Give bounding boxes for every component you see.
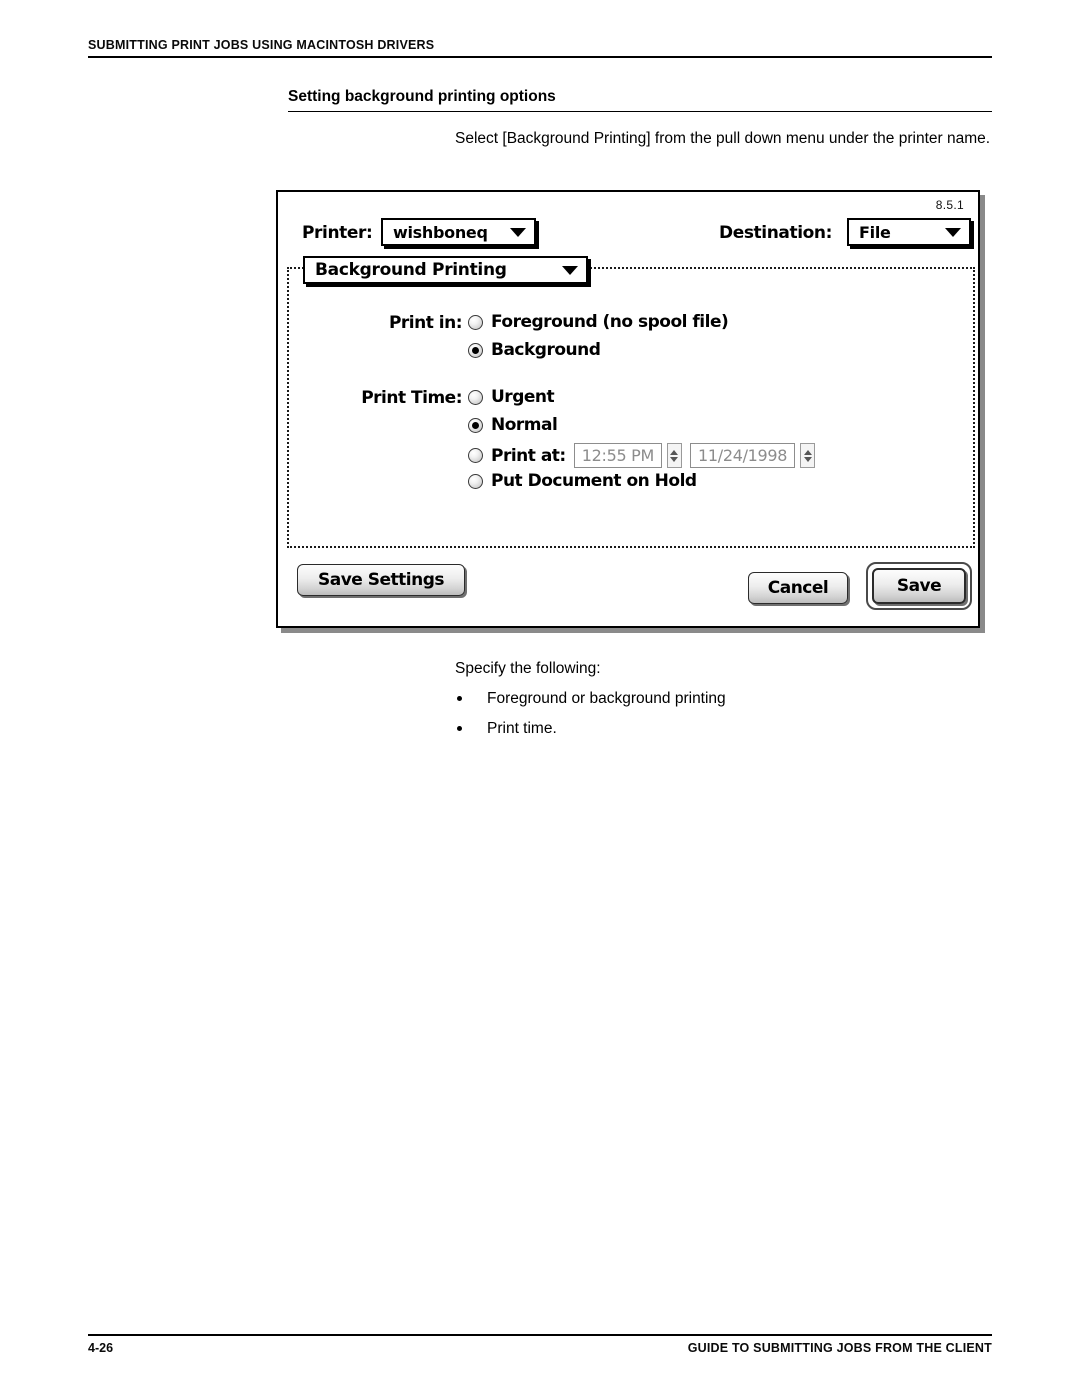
intro-paragraph: Select [Background Printing] from the pu… (455, 130, 991, 147)
stepper-down-icon (670, 456, 679, 462)
printer-label: Printer: (302, 223, 373, 243)
print-at-time-input[interactable]: 12:55 PM (573, 443, 662, 468)
stepper-down-icon (803, 456, 812, 462)
chevron-down-icon (562, 265, 578, 275)
list-item: Print time. (455, 718, 995, 740)
footer-page-number: 4-26 (88, 1341, 114, 1355)
radio-selected-icon (468, 342, 483, 358)
stepper-up-icon (670, 449, 679, 455)
specify-lead-text: Specify the following: (455, 660, 601, 677)
time-stepper[interactable] (666, 443, 682, 468)
post-dialog-text: Specify the following: Foreground or bac… (455, 658, 995, 748)
radio-print-in-background[interactable]: Background (468, 340, 601, 360)
page-footer: 4-26 GUIDE TO SUBMITTING JOBS FROM THE C… (88, 1334, 992, 1355)
stepper-up-icon (803, 449, 812, 455)
print-at-time-field-group[interactable]: 12:55 PM (573, 443, 682, 468)
print-at-date-input[interactable]: 11/24/1998 (689, 443, 796, 468)
radio-label: Print at: (491, 445, 566, 466)
radio-print-time-print-at[interactable]: Print at: 12:55 PM 11/24/1998 (468, 443, 816, 468)
specify-bullet-list: Foreground or background printing Print … (455, 688, 995, 740)
section-heading-rule (288, 111, 992, 112)
destination-popup-menu[interactable]: File (847, 218, 971, 246)
radio-label: Normal (491, 415, 558, 435)
radio-label: Background (491, 340, 601, 360)
list-item: Foreground or background printing (455, 688, 995, 710)
destination-label: Destination: (719, 223, 833, 243)
radio-print-time-hold[interactable]: Put Document on Hold (468, 471, 697, 491)
print-in-label: Print in: (388, 313, 463, 333)
section-heading: Setting background printing options (288, 88, 992, 112)
cancel-button-label: Cancel (767, 578, 829, 598)
radio-selected-icon (468, 417, 483, 433)
running-head: SUBMITTING PRINT JOBS USING MACINTOSH DR… (88, 38, 992, 58)
radio-print-time-urgent[interactable]: Urgent (468, 387, 555, 407)
radio-icon (468, 473, 483, 489)
chevron-down-icon (510, 227, 526, 237)
running-head-text: SUBMITTING PRINT JOBS USING MACINTOSH DR… (88, 38, 435, 52)
footer-title: GUIDE TO SUBMITTING JOBS FROM THE CLIENT (687, 1341, 992, 1355)
print-dialog-window: 8.5.1 Printer: wishboneq Destination: Fi… (276, 190, 980, 628)
footer-row: 4-26 GUIDE TO SUBMITTING JOBS FROM THE C… (88, 1341, 992, 1355)
running-head-rule (88, 56, 992, 58)
dialog-top-row: Printer: wishboneq Destination: File (278, 218, 978, 252)
print-at-date-field-group[interactable]: 11/24/1998 (689, 443, 816, 468)
print-time-label: Print Time: (361, 388, 462, 408)
radio-print-time-normal[interactable]: Normal (468, 415, 558, 435)
radio-label: Foreground (no spool file) (491, 312, 729, 332)
printer-popup-value: wishboneq (393, 222, 488, 242)
cancel-button[interactable]: Cancel (748, 572, 848, 604)
printer-popup-menu[interactable]: wishboneq (381, 218, 536, 246)
radio-label: Urgent (491, 387, 555, 407)
radio-icon (468, 448, 483, 463)
save-settings-button[interactable]: Save Settings (297, 564, 465, 596)
driver-version-label: 8.5.1 (935, 198, 964, 212)
pane-popup-value: Background Printing (315, 260, 507, 280)
radio-icon (468, 389, 483, 405)
radio-icon (468, 314, 483, 330)
footer-rule (88, 1334, 992, 1336)
date-stepper[interactable] (800, 443, 816, 468)
save-button[interactable]: Save (872, 568, 966, 604)
radio-label: Put Document on Hold (491, 471, 697, 491)
pane-popup-menu[interactable]: Background Printing (303, 256, 588, 284)
save-settings-button-label: Save Settings (318, 570, 445, 590)
save-button-label: Save (896, 576, 942, 596)
page-title: Setting background printing options (288, 88, 556, 105)
destination-popup-value: File (859, 222, 891, 242)
chevron-down-icon (945, 227, 961, 237)
radio-print-in-foreground[interactable]: Foreground (no spool file) (468, 312, 729, 332)
